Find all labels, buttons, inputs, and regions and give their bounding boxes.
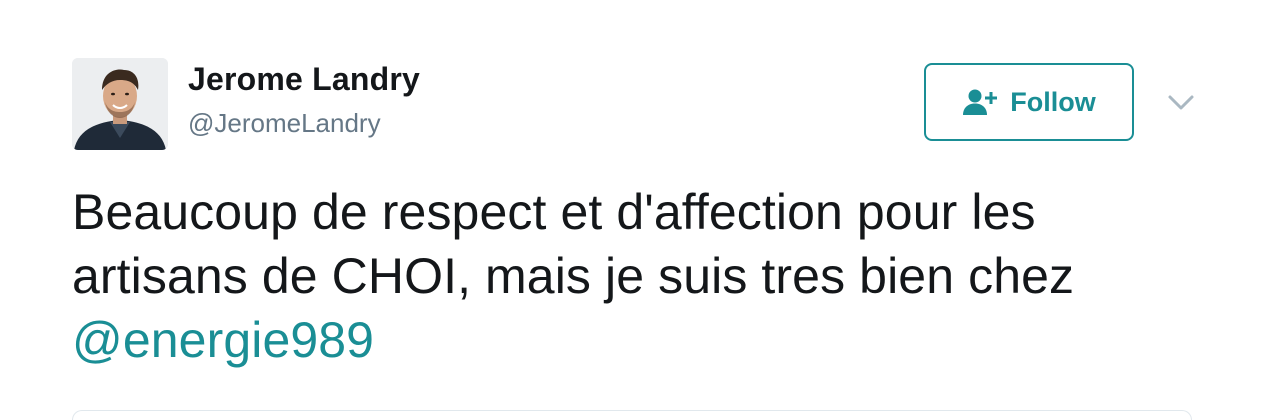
add-user-icon	[962, 89, 1000, 115]
avatar-photo	[72, 58, 168, 150]
follow-button[interactable]: Follow	[924, 63, 1134, 141]
mention-link[interactable]: @energie989	[72, 312, 374, 368]
tweet-text-line: Beaucoup de respect et d'affection pour …	[72, 184, 1036, 240]
user-handle[interactable]: @JeromeLandry	[188, 108, 381, 139]
follow-button-label: Follow	[1010, 86, 1096, 117]
tweet-text: Beaucoup de respect et d'affection pour …	[72, 180, 1192, 372]
avatar[interactable]	[72, 58, 168, 150]
embedded-card-border	[72, 410, 1192, 420]
tweet-text-line: artisans de CHOI, mais je suis tres bien…	[72, 248, 1075, 304]
chevron-down-icon[interactable]	[1166, 90, 1196, 116]
user-display-name[interactable]: Jerome Landry	[188, 61, 420, 98]
tweet-card: Jerome Landry @JeromeLandry Follow Beauc…	[0, 0, 1270, 420]
